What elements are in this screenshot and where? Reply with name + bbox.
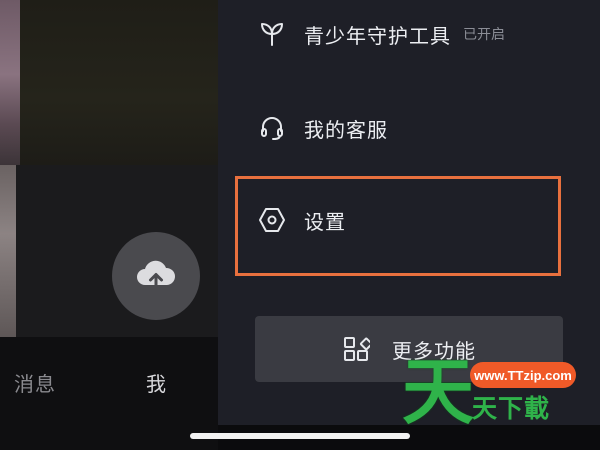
menu-item-label: 青少年守护工具 [304, 23, 451, 48]
cloud-upload-icon [137, 260, 176, 292]
highlight-annotation [235, 176, 561, 276]
grid-shapes-icon [342, 335, 370, 363]
headset-icon [258, 114, 286, 142]
upload-button[interactable] [112, 232, 200, 320]
menu-item-label: 我的客服 [304, 117, 388, 142]
status-badge: 已开启 [463, 27, 505, 43]
app-screen: 消息 我 青少年守护工具 已开启 我的客服 设置 更多功能 天 www.TTzi… [0, 0, 600, 450]
sprout-icon [258, 20, 286, 48]
watermark-text: 天下載 [472, 394, 551, 423]
menu-item-customer-service[interactable]: 我的客服 [258, 108, 388, 148]
nav-tab-messages[interactable]: 消息 [14, 368, 56, 397]
watermark-url: www.TTzip.com [470, 362, 576, 388]
watermark-logo: 天 [402, 350, 475, 434]
nav-tab-me[interactable]: 我 [146, 368, 167, 397]
video-thumbnail[interactable] [20, 0, 218, 165]
menu-item-youth-protection[interactable]: 青少年守护工具 已开启 [258, 14, 505, 54]
home-indicator[interactable] [190, 433, 410, 439]
video-thumbnail[interactable] [0, 165, 16, 337]
video-thumbnail[interactable] [0, 0, 20, 165]
